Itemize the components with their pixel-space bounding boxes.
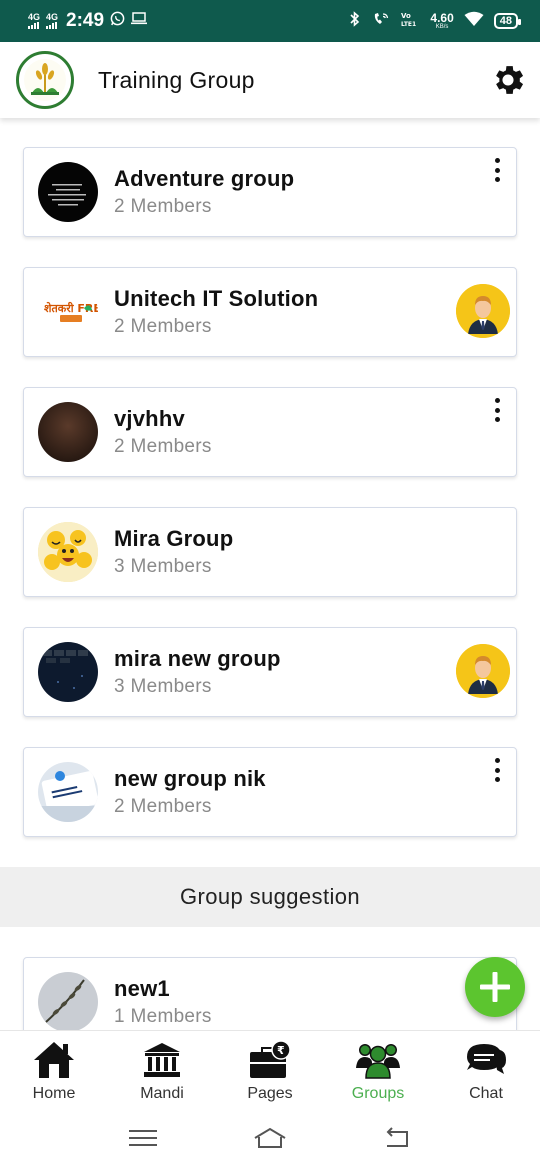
gear-icon[interactable] bbox=[488, 60, 528, 100]
group-card-unitech[interactable]: शेतकरी FRESH Unitech IT Solution 2 Membe… bbox=[23, 267, 517, 357]
bottom-nav: Home Mandi ₹ Pages Groups Chat bbox=[0, 1030, 540, 1106]
chat-icon bbox=[463, 1039, 509, 1081]
group-name: Mira Group bbox=[114, 526, 234, 551]
nav-label: Mandi bbox=[140, 1085, 184, 1102]
page-title: Training Group bbox=[98, 66, 255, 93]
group-card-vjvhhv[interactable]: vjvhhv 2 Members bbox=[23, 387, 517, 477]
svg-text:Vo: Vo bbox=[401, 12, 411, 20]
group-member-count: 3 Members bbox=[114, 676, 212, 697]
group-member-count: 1 Members bbox=[114, 1006, 212, 1027]
home-icon bbox=[31, 1039, 77, 1081]
group-suggestion-header: Group suggestion bbox=[0, 867, 540, 927]
screen-cast-icon bbox=[131, 12, 148, 30]
wifi-icon bbox=[464, 11, 484, 32]
nav-label: Chat bbox=[469, 1085, 503, 1102]
group-card-adventure[interactable]: Adventure group 2 Members bbox=[23, 147, 517, 237]
nav-pages[interactable]: ₹ Pages bbox=[216, 1031, 324, 1106]
group-card-nik[interactable]: new group nik 2 Members bbox=[23, 747, 517, 837]
speed-unit: KB/s bbox=[435, 24, 449, 30]
screen: 4G 4G 2:49 Vo LTE1 4.60 KB/s 48 Training… bbox=[0, 0, 540, 1170]
more-vert-icon[interactable] bbox=[490, 156, 504, 184]
pages-icon: ₹ bbox=[247, 1039, 293, 1081]
menu-icon[interactable] bbox=[123, 1123, 163, 1153]
svg-text:LTE1: LTE1 bbox=[401, 21, 416, 27]
battery-level: 48 bbox=[499, 15, 512, 27]
whatsapp-icon bbox=[110, 11, 125, 31]
wheat-logo-icon bbox=[16, 51, 74, 109]
group-avatar bbox=[38, 762, 98, 822]
group-avatar bbox=[38, 642, 98, 702]
group-avatar: शेतकरी FRESH bbox=[38, 282, 98, 342]
group-avatar bbox=[38, 522, 98, 582]
nav-label: Pages bbox=[247, 1085, 293, 1102]
admin-avatar-icon bbox=[456, 644, 510, 698]
more-vert-icon[interactable] bbox=[490, 396, 504, 424]
network-type: 4G bbox=[28, 12, 41, 22]
wifi-calling-icon bbox=[372, 11, 390, 32]
clock: 2:49 bbox=[66, 10, 105, 31]
bluetooth-icon bbox=[348, 10, 362, 32]
network-type: 4G bbox=[46, 12, 59, 22]
group-name: new1 bbox=[114, 976, 170, 1001]
more-vert-icon[interactable] bbox=[490, 756, 504, 784]
group-avatar bbox=[38, 972, 98, 1032]
group-name: Unitech IT Solution bbox=[114, 286, 319, 311]
back-icon[interactable] bbox=[377, 1123, 417, 1153]
svg-text:₹: ₹ bbox=[277, 1044, 285, 1057]
nav-home[interactable]: Home bbox=[0, 1031, 108, 1106]
admin-avatar-icon bbox=[456, 284, 510, 338]
volte-icon: Vo LTE1 bbox=[400, 11, 420, 32]
home-button-icon[interactable] bbox=[250, 1123, 290, 1153]
network-speed: 4.60 KB/s bbox=[430, 12, 453, 30]
nav-mandi[interactable]: Mandi bbox=[108, 1031, 216, 1106]
group-name: new group nik bbox=[114, 766, 266, 791]
group-member-count: 2 Members bbox=[114, 796, 212, 817]
signal-icon: 4G bbox=[46, 13, 58, 29]
battery-indicator: 48 bbox=[493, 13, 522, 29]
group-avatar bbox=[38, 402, 98, 462]
system-nav-bar bbox=[0, 1106, 540, 1170]
plus-icon[interactable] bbox=[465, 957, 525, 1017]
group-member-count: 2 Members bbox=[114, 316, 212, 337]
signal-icon: 4G bbox=[28, 13, 40, 29]
nav-groups[interactable]: Groups bbox=[324, 1031, 432, 1106]
group-member-count: 2 Members bbox=[114, 196, 212, 217]
status-left: 4G 4G 2:49 bbox=[28, 10, 148, 32]
status-right: Vo LTE1 4.60 KB/s 48 bbox=[348, 10, 522, 32]
bank-icon bbox=[139, 1039, 185, 1081]
group-name: vjvhhv bbox=[114, 406, 185, 431]
group-name: mira new group bbox=[114, 646, 281, 671]
groups-icon bbox=[355, 1039, 401, 1081]
app-bar: Training Group bbox=[0, 42, 540, 118]
group-avatar bbox=[38, 162, 98, 222]
speed-value: 4.60 bbox=[430, 11, 454, 25]
nav-label: Groups bbox=[351, 1085, 405, 1102]
group-member-count: 3 Members bbox=[114, 556, 212, 577]
status-bar: 4G 4G 2:49 Vo LTE1 4.60 KB/s 48 bbox=[0, 0, 540, 42]
group-card-mira-new[interactable]: mira new group 3 Members bbox=[23, 627, 517, 717]
nav-label: Home bbox=[32, 1085, 76, 1102]
nav-chat[interactable]: Chat bbox=[432, 1031, 540, 1106]
group-member-count: 2 Members bbox=[114, 436, 212, 457]
group-card-mira[interactable]: Mira Group 3 Members bbox=[23, 507, 517, 597]
group-name: Adventure group bbox=[114, 166, 295, 191]
